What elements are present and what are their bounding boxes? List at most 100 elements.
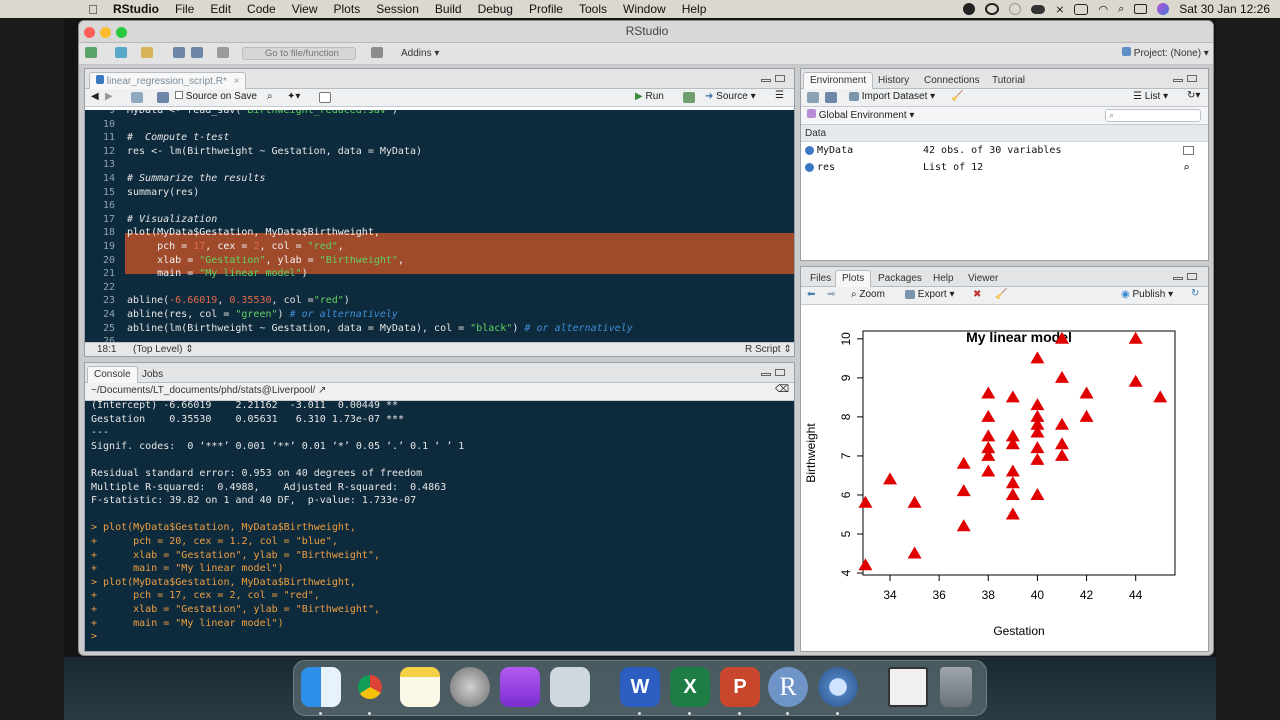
code-tools-wand-icon[interactable]: ✦▾ — [287, 91, 300, 102]
control-center-icon[interactable] — [1134, 4, 1148, 14]
menu-debug[interactable]: Debug — [470, 2, 521, 16]
expand-res-icon[interactable] — [805, 163, 814, 172]
tab-connections[interactable]: Connections — [917, 72, 987, 89]
maximize-console-icon[interactable] — [775, 369, 785, 376]
tab-environment[interactable]: Environment — [803, 72, 874, 89]
source-button[interactable]: ➜ Source ▾ — [705, 91, 756, 102]
tab-help[interactable]: Help — [926, 270, 961, 287]
refresh-plot-icon[interactable]: ↻ — [1191, 288, 1199, 299]
pane-layout-button[interactable] — [371, 47, 383, 60]
podcasts-dock-icon[interactable] — [500, 667, 540, 707]
menu-build[interactable]: Build — [427, 2, 470, 16]
tab-packages[interactable]: Packages — [871, 270, 929, 287]
trash-dock-icon[interactable] — [940, 667, 972, 707]
source-on-save-checkbox[interactable] — [175, 91, 183, 99]
chrome-dock-icon[interactable] — [350, 667, 390, 707]
minimize-pane-icon[interactable] — [761, 79, 771, 82]
close-tab-icon[interactable]: × — [234, 76, 240, 87]
cloud-icon[interactable] — [1031, 4, 1046, 14]
tab-history[interactable]: History — [871, 72, 916, 89]
maximize-env-icon[interactable] — [1187, 75, 1197, 82]
notes-dock-icon[interactable] — [400, 667, 440, 707]
clear-plots-broom-icon[interactable]: 🧹 — [995, 289, 1007, 300]
refresh-env-icon[interactable]: ↻▾ — [1187, 90, 1200, 101]
record-icon[interactable] — [963, 3, 976, 15]
load-workspace-icon[interactable] — [807, 92, 819, 103]
compile-report-icon[interactable] — [319, 92, 331, 103]
clock-text[interactable]: Sat 30 Jan 12:26 — [1179, 2, 1270, 16]
next-plot-icon[interactable]: ➡ — [827, 289, 835, 300]
export-menu[interactable]: Export ▾ — [905, 289, 955, 300]
file-type-selector[interactable]: R Script ⇕ — [745, 344, 792, 355]
wifi-icon[interactable]: ◠ — [1098, 3, 1108, 16]
view-table-icon[interactable] — [1183, 146, 1194, 155]
system-preferences-dock-icon[interactable] — [450, 667, 490, 707]
clear-objects-broom-icon[interactable]: 🧹 — [951, 91, 963, 102]
maximize-plots-icon[interactable] — [1187, 273, 1197, 280]
menu-app-name[interactable]: RStudio — [105, 2, 167, 16]
sync-icon[interactable] — [1009, 3, 1022, 15]
menu-tools[interactable]: Tools — [571, 2, 615, 16]
battery-icon[interactable] — [1074, 3, 1089, 15]
editor-save-icon[interactable] — [157, 92, 169, 103]
rerun-icon[interactable] — [683, 92, 695, 103]
menu-edit[interactable]: Edit — [202, 2, 239, 16]
scope-selector[interactable]: (Top Level) ⇕ — [133, 344, 194, 355]
tab-viewer[interactable]: Viewer — [961, 270, 1005, 287]
siri-icon[interactable] — [1157, 3, 1170, 15]
quicktime-dock-icon[interactable] — [818, 667, 858, 707]
tab-plots[interactable]: Plots — [835, 270, 872, 287]
recent-document-dock-icon[interactable] — [888, 667, 928, 707]
menu-session[interactable]: Session — [368, 2, 427, 16]
global-environment-selector[interactable]: Global Environment ▾ — [807, 109, 914, 121]
launchpad-dock-icon[interactable] — [550, 667, 590, 707]
env-row-res[interactable]: res List of 12 ⌕ — [801, 160, 1208, 177]
go-to-directory-icon[interactable]: ↗ — [318, 385, 326, 396]
menu-profile[interactable]: Profile — [521, 2, 571, 16]
no-sound-icon[interactable]: ⨯ — [1055, 3, 1064, 16]
excel-dock-icon[interactable]: X — [670, 667, 710, 707]
minimize-console-icon[interactable] — [761, 373, 771, 376]
env-row-mydata[interactable]: MyData 42 obs. of 30 variables — [801, 143, 1208, 160]
menu-file[interactable]: File — [167, 2, 202, 16]
addins-menu[interactable]: Addins ▾ — [401, 47, 439, 60]
console-path[interactable]: ~/Documents/LT_documents/phd/stats@Liver… — [91, 385, 326, 396]
powerpoint-dock-icon[interactable]: P — [720, 667, 760, 707]
finder-dock-icon[interactable] — [301, 667, 341, 707]
word-dock-icon[interactable]: W — [620, 667, 660, 707]
inspect-res-icon[interactable]: ⌕ — [1183, 161, 1190, 174]
new-file-button[interactable] — [85, 47, 97, 60]
goto-file-function-input[interactable]: Go to file/function — [242, 47, 356, 60]
tab-jobs[interactable]: Jobs — [135, 366, 170, 383]
expand-mydata-icon[interactable] — [805, 146, 814, 155]
menu-plots[interactable]: Plots — [326, 2, 369, 16]
minimize-env-icon[interactable] — [1173, 79, 1183, 82]
environment-search-input[interactable]: ⌕ — [1105, 109, 1201, 122]
tab-files[interactable]: Files — [803, 270, 838, 287]
view-mode-selector[interactable]: ☰ List ▾ — [1133, 91, 1168, 102]
menu-code[interactable]: Code — [239, 2, 284, 16]
publish-button[interactable]: ◉ Publish ▾ — [1121, 289, 1173, 300]
menu-view[interactable]: View — [284, 2, 326, 16]
open-file-button[interactable] — [141, 47, 153, 60]
save-button[interactable] — [173, 47, 185, 60]
import-dataset-button[interactable]: Import Dataset ▾ — [849, 91, 935, 102]
apple-icon[interactable]:  — [81, 2, 105, 17]
print-button[interactable] — [217, 47, 229, 60]
r-app-dock-icon[interactable]: R — [768, 667, 808, 707]
menu-help[interactable]: Help — [674, 2, 715, 16]
creative-cloud-icon[interactable] — [985, 3, 1000, 15]
clear-console-icon[interactable]: ⌫ — [775, 384, 789, 395]
show-in-window-icon[interactable] — [131, 92, 143, 103]
maximize-pane-icon[interactable] — [775, 75, 785, 82]
find-replace-icon[interactable]: ⌕ — [267, 91, 273, 102]
source-on-save-toggle[interactable]: Source on Save — [175, 91, 257, 102]
new-project-button[interactable] — [115, 47, 127, 60]
previous-plot-icon[interactable]: ⬅ — [807, 289, 815, 300]
remove-plot-icon[interactable]: ✖ — [973, 289, 981, 300]
save-workspace-icon[interactable] — [825, 92, 837, 103]
zoom-button[interactable]: ⌕ Zoom — [851, 289, 885, 300]
run-button[interactable]: ▶ Run — [635, 91, 664, 102]
tab-tutorial[interactable]: Tutorial — [985, 72, 1032, 89]
code-editor[interactable]: 9 MyData <- read_sav("Birthweight_reduced… — [85, 110, 794, 342]
